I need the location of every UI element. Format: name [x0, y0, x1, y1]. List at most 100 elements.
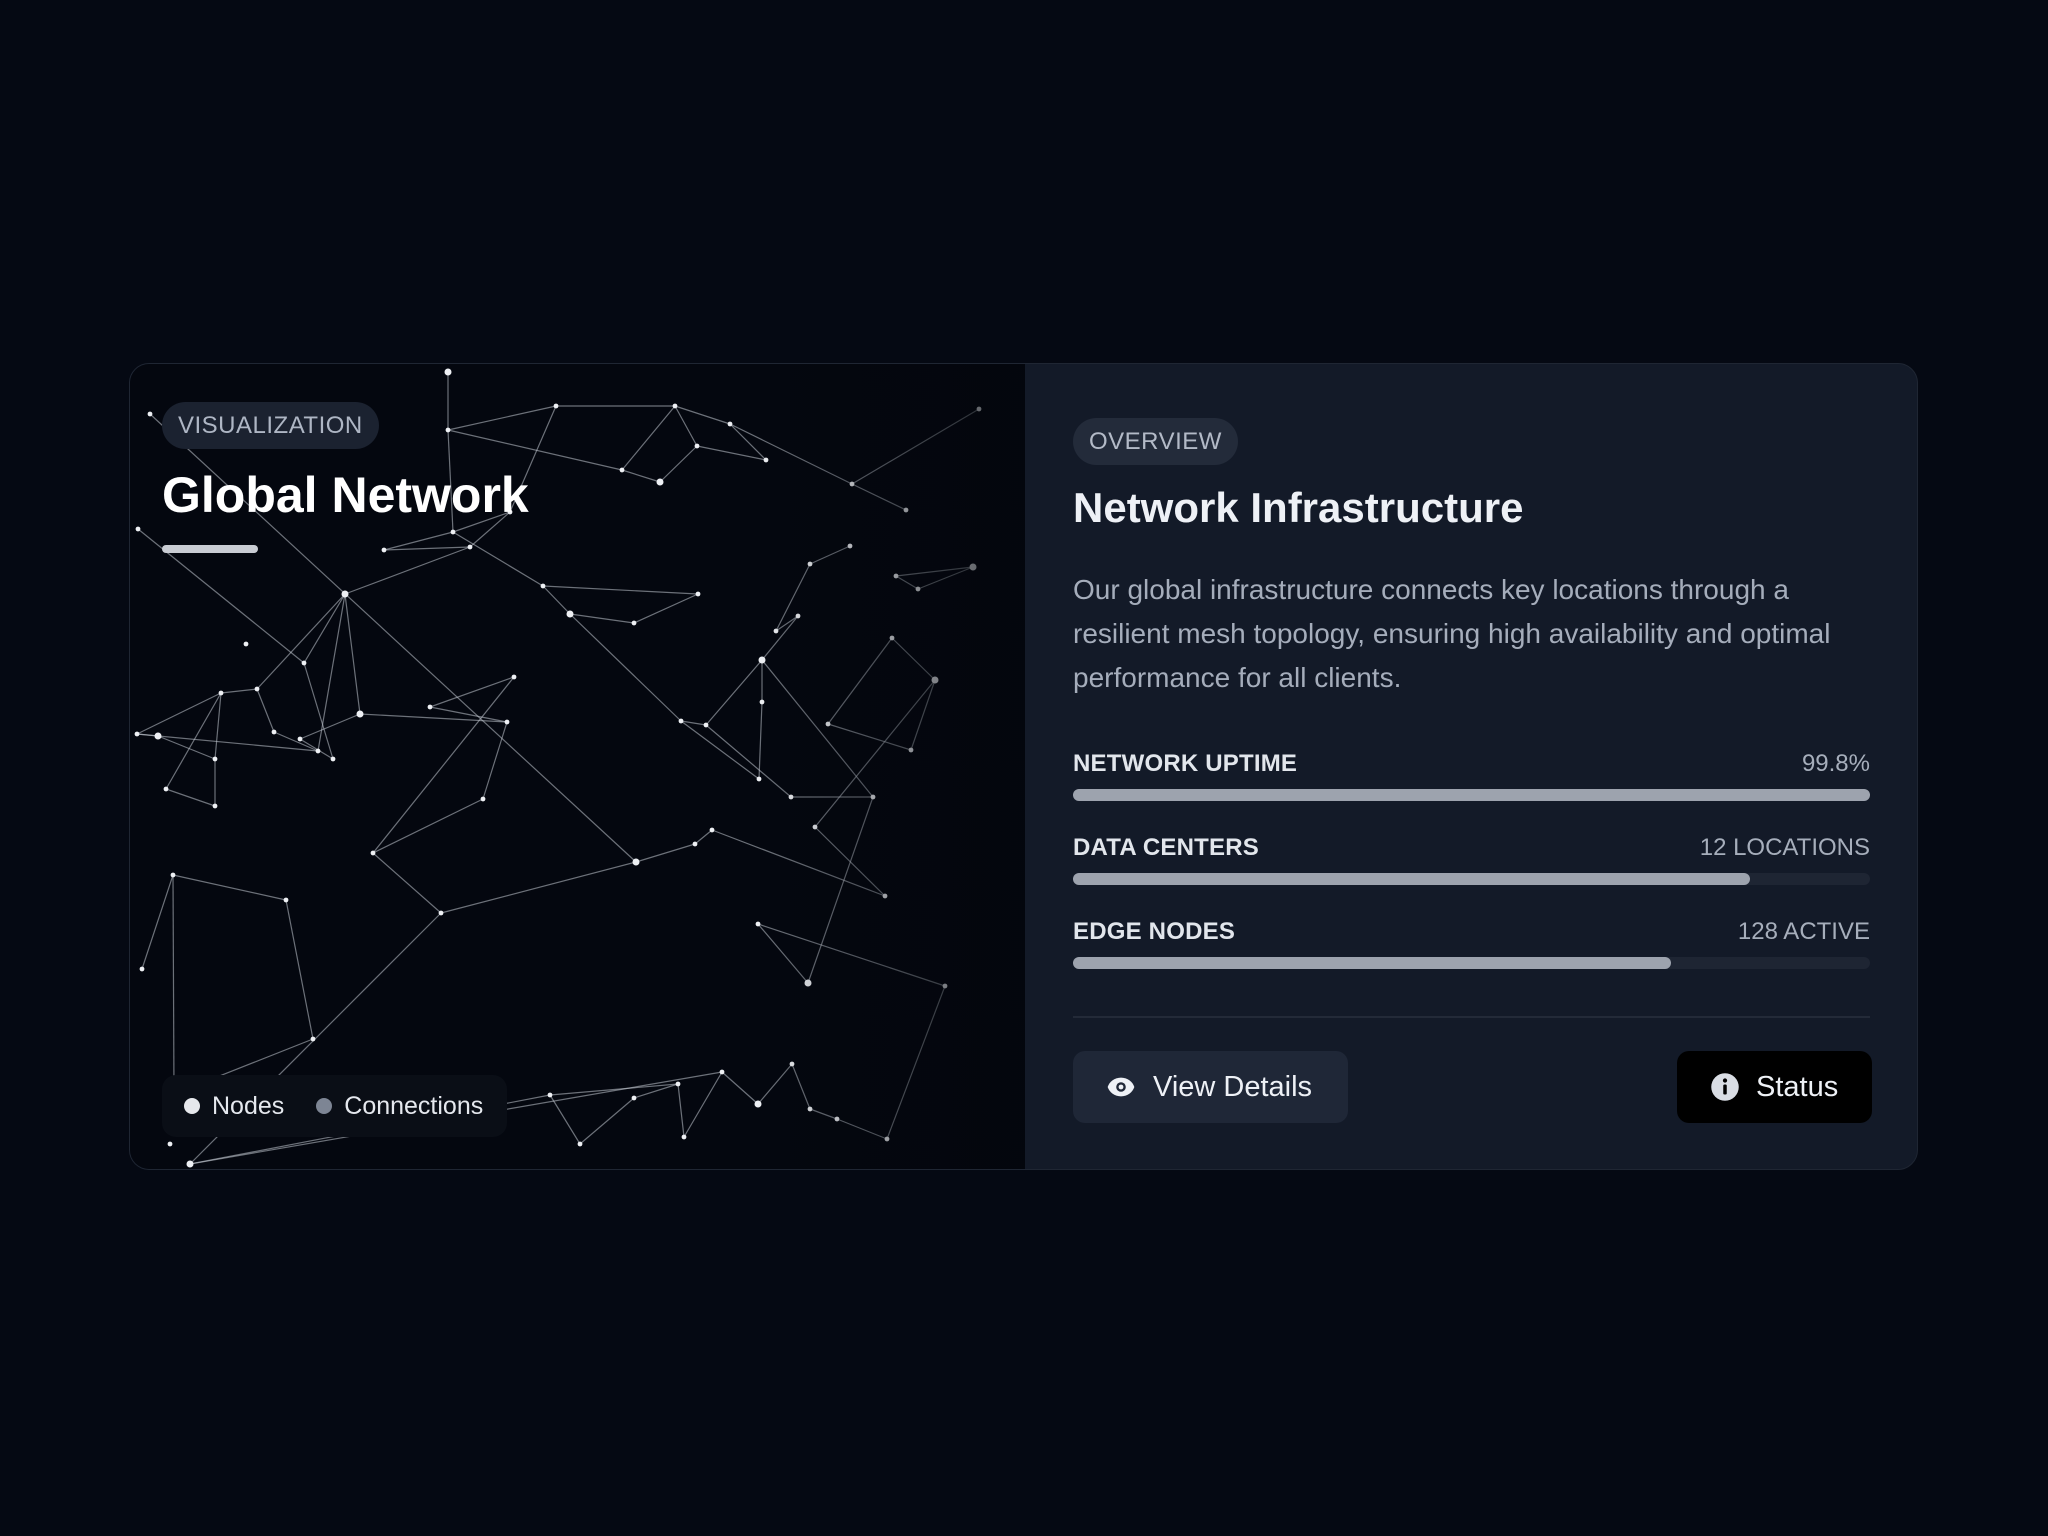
- node-dot: [540, 583, 546, 589]
- node-dot: [719, 1069, 725, 1075]
- legend-connections-label: Connections: [344, 1091, 484, 1120]
- node-dot: [212, 756, 218, 762]
- node-dot: [170, 872, 176, 878]
- node-dot: [310, 1036, 316, 1042]
- node-dot: [553, 403, 559, 409]
- connection-line: [452, 531, 544, 587]
- progress-fill: [1073, 789, 1870, 801]
- connection-line: [694, 829, 713, 845]
- progress-track: [1073, 873, 1870, 885]
- node-dot: [870, 794, 876, 800]
- connection-line: [440, 861, 637, 914]
- node-dot: [976, 406, 982, 412]
- node-dot: [135, 526, 141, 532]
- node-dot: [163, 786, 169, 792]
- network-visualization: VISUALIZATION Global Network Nodes Conne…: [130, 364, 1025, 1169]
- view-details-label: View Details: [1153, 1070, 1313, 1103]
- node-dot: [969, 563, 977, 571]
- connection-line: [542, 585, 699, 595]
- metric-value: 99.8%: [1801, 750, 1870, 777]
- node-dot: [271, 729, 277, 735]
- node-dot: [297, 736, 303, 742]
- connection-line: [141, 874, 174, 970]
- node-dot: [186, 1160, 194, 1168]
- node-dot: [438, 910, 444, 916]
- status-button[interactable]: Status: [1677, 1051, 1872, 1123]
- progress-fill: [1073, 957, 1671, 969]
- connection-line: [256, 593, 346, 690]
- info-icon: [1711, 1073, 1739, 1101]
- node-dot: [566, 610, 574, 618]
- node-dot: [703, 722, 709, 728]
- legend-item-connections: Connections: [316, 1092, 483, 1121]
- connection-line: [758, 701, 763, 780]
- node-dot: [154, 732, 162, 740]
- connection-line: [891, 637, 936, 681]
- progress-track: [1073, 957, 1870, 969]
- node-dot: [467, 544, 473, 550]
- node-dot: [444, 368, 452, 376]
- view-details-button[interactable]: View Details: [1073, 1051, 1348, 1123]
- overview-title: Network Infrastructure: [1073, 484, 1524, 531]
- node-dot: [330, 756, 336, 762]
- connection-line: [172, 874, 287, 901]
- connection-line: [775, 563, 811, 632]
- node-dot: [884, 1136, 890, 1142]
- connection-line: [542, 585, 571, 615]
- connection-line: [807, 796, 874, 984]
- node-dot: [882, 893, 888, 899]
- node-dot: [619, 467, 625, 473]
- connection-line: [256, 688, 275, 733]
- connection-line: [344, 593, 361, 715]
- node-dot: [789, 1061, 795, 1067]
- node-dot: [445, 427, 451, 433]
- connection-line: [569, 613, 682, 722]
- node-dot: [795, 613, 801, 619]
- node-dot: [678, 718, 684, 724]
- node-dot: [915, 586, 921, 592]
- connection-line: [809, 1108, 838, 1120]
- node-dot: [942, 983, 948, 989]
- connection-line: [757, 923, 946, 987]
- connection-line: [836, 1118, 888, 1140]
- metric-label: NETWORK UPTIME: [1073, 750, 1298, 777]
- node-dot: [254, 686, 260, 692]
- node-dot: [807, 561, 813, 567]
- connection-line: [157, 735, 216, 760]
- node-dot: [577, 1141, 583, 1147]
- connection-line: [172, 874, 175, 1095]
- connection-line: [677, 1083, 685, 1138]
- node-dot: [908, 747, 914, 753]
- metric-edge-nodes: EDGE NODES 128 ACTIVE: [1073, 918, 1870, 978]
- connection-line: [136, 692, 222, 735]
- node-dot: [370, 850, 376, 856]
- metric-network-uptime: NETWORK UPTIME 99.8%: [1073, 750, 1870, 810]
- connection-line: [705, 659, 763, 726]
- eye-icon: [1107, 1077, 1135, 1097]
- connection-line: [621, 469, 661, 483]
- node-dot: [147, 411, 153, 417]
- network-card: VISUALIZATION Global Network Nodes Conne…: [129, 363, 1918, 1170]
- node-dot: [893, 573, 899, 579]
- node-dot: [763, 457, 769, 463]
- metric-data-centers: DATA CENTERS 12 LOCATIONS: [1073, 834, 1870, 894]
- node-dot: [356, 710, 364, 718]
- node-dot: [212, 803, 218, 809]
- node-dot: [301, 660, 307, 666]
- node-dot: [773, 628, 779, 634]
- progress-fill: [1073, 873, 1751, 885]
- node-dot: [788, 794, 794, 800]
- connection-line: [344, 546, 471, 595]
- connection-line: [729, 423, 853, 485]
- connection-line: [372, 676, 515, 854]
- title-underline: [162, 545, 258, 553]
- node-dot: [632, 858, 640, 866]
- node-dot: [631, 620, 637, 626]
- node-dot: [849, 481, 855, 487]
- connection-line: [827, 637, 893, 725]
- node-dot: [758, 656, 766, 664]
- connection-line: [285, 899, 314, 1040]
- node-dot: [427, 704, 433, 710]
- node-dot: [709, 827, 715, 833]
- overview-description: Our global infrastructure connects key l…: [1073, 574, 1831, 693]
